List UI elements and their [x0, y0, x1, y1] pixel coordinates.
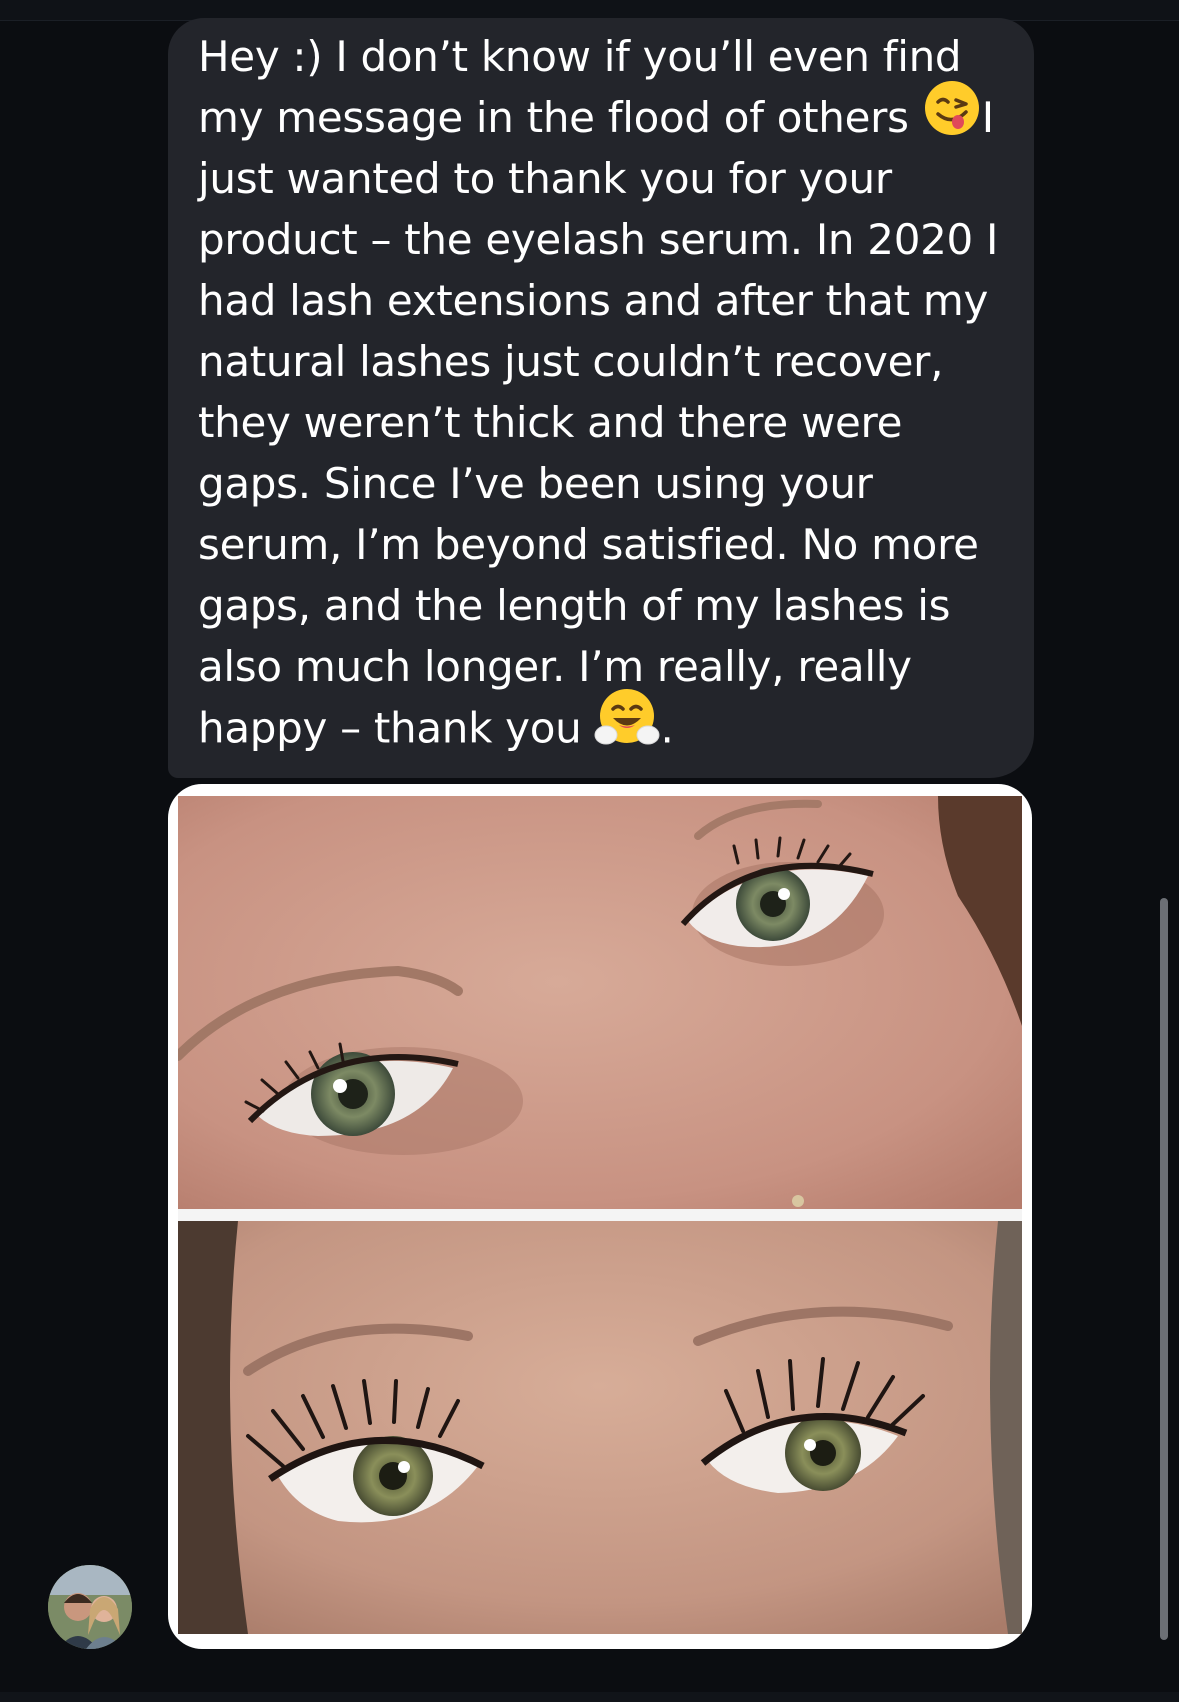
photo-attachment[interactable]	[168, 784, 1032, 1649]
after-eyes-photo[interactable]	[178, 1221, 1022, 1634]
message-text: Hey :) I don’t know if you’ll even find …	[198, 26, 1014, 758]
message-line: natural lashes just couldn’t recover,	[198, 337, 944, 386]
message-line-text: I	[981, 93, 994, 142]
message-bubble[interactable]: Hey :) I don’t know if you’ll even find …	[168, 18, 1034, 778]
message-line: Hey :) I don’t know if you’ll even find	[198, 32, 962, 81]
message-line: happy – thank you .	[198, 689, 1014, 758]
message-line: just wanted to thank you for your	[198, 154, 892, 203]
scrollbar[interactable]	[1160, 898, 1168, 1640]
message-line: they weren’t thick and there were	[198, 398, 903, 447]
message-line: product – the eyelash serum. In 2020 I	[198, 215, 999, 264]
message-line: my message in the flood of others I	[198, 80, 1014, 148]
message-line: gaps. Since I’ve been using your	[198, 459, 873, 508]
message-line-text: .	[660, 703, 674, 753]
before-eyes-photo[interactable]	[178, 796, 1022, 1209]
bottom-bar	[0, 1692, 1179, 1702]
message-line: had lash extensions and after that my	[198, 276, 988, 325]
winking-face-tongue-icon	[922, 78, 982, 154]
hugging-face-icon	[594, 687, 660, 765]
sender-avatar[interactable]	[48, 1565, 132, 1649]
photo-divider	[178, 1209, 1022, 1221]
message-line-text: happy – thank you	[198, 703, 582, 753]
message-line-text: my message in the flood of others	[198, 93, 909, 142]
message-line: gaps, and the length of my lashes is	[198, 581, 951, 630]
message-line: serum, I’m beyond satisfied. No more	[198, 520, 979, 569]
